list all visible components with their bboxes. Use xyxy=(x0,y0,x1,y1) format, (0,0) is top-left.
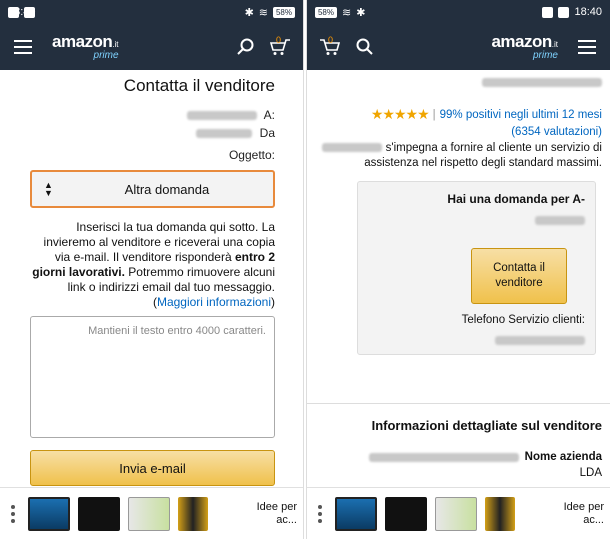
phone-number-blurred xyxy=(368,332,585,350)
question-title: Hai una domanda per A- xyxy=(447,192,585,206)
subject-select[interactable]: ▲ ▼ Altra domanda xyxy=(30,170,275,208)
commitment-text: s'impegna a fornire al cliente un serviz… xyxy=(317,141,602,171)
cart-count: 0 xyxy=(276,35,282,45)
logo-tld: .it xyxy=(112,40,119,49)
info-text-3: ) xyxy=(271,295,275,309)
sender-blurred xyxy=(196,129,253,139)
search-icon-right[interactable] xyxy=(351,34,377,60)
question-seller-blurred xyxy=(368,212,585,230)
notification-icon xyxy=(8,6,19,18)
reco-item-ssd[interactable] xyxy=(78,496,120,531)
reco-item-tv-right[interactable] xyxy=(335,496,377,531)
app-icon-right xyxy=(542,6,554,18)
message-textarea[interactable]: Mantieni il testo entro 4000 caratteri. xyxy=(30,316,275,438)
phone-label: Telefono Servizio clienti: xyxy=(461,314,585,326)
wifi-icon-right: ≋ xyxy=(342,6,352,19)
status-bar: ✱ ≋ 58% 18:40 xyxy=(0,0,303,24)
notification-icon-right xyxy=(558,6,570,18)
reviews-count-link[interactable]: (6354 valutazioni) xyxy=(317,126,602,138)
recommendation-strip-right: Idee per ac... xyxy=(307,487,610,539)
clock-right: 18:40 xyxy=(574,6,602,18)
more-info-link[interactable]: Maggiori informazioni xyxy=(157,295,271,309)
seller-profile: ★★★★★ | 99% positivi negli ultimi 12 mes… xyxy=(307,70,610,479)
question-box: Hai una domanda per A- Contatta il vendi… xyxy=(357,181,596,355)
star-rating-icon: ★★★★★ xyxy=(370,106,430,122)
bluetooth-icon-right: ✱ xyxy=(356,6,366,19)
contact-seller-button[interactable]: Contatta il venditore xyxy=(471,248,567,304)
seller-name-blurred xyxy=(317,74,602,92)
reco-item-batteries-right[interactable] xyxy=(485,496,515,531)
logo-brand: amazon xyxy=(52,32,113,51)
reco-item-ssd-right[interactable] xyxy=(385,496,427,531)
bluetooth-icon: ✱ xyxy=(244,6,254,19)
to-label: A: xyxy=(263,108,275,122)
logo-tld-right: .it xyxy=(551,40,558,49)
select-arrows-icon: ▲ ▼ xyxy=(44,180,53,198)
company-name-blurred xyxy=(368,452,519,462)
top-navbar-right: 0 amazon.it prime xyxy=(307,24,610,70)
reco-label-right[interactable]: Idee per ac... xyxy=(556,501,604,527)
page-title: Contatta il venditore xyxy=(123,76,275,95)
logo-prime-right: prime xyxy=(532,50,558,61)
reco-item-tablet[interactable] xyxy=(128,496,170,531)
menu-icon-right[interactable] xyxy=(574,34,600,60)
reco-item-tablet-right[interactable] xyxy=(435,496,477,531)
battery-indicator: 58% xyxy=(273,6,295,18)
amazon-logo-right[interactable]: amazon.it prime xyxy=(491,33,558,61)
top-navbar: amazon.it prime 0 xyxy=(0,24,303,70)
section-divider xyxy=(307,403,610,404)
company-name-row: Nome azienda xyxy=(317,451,602,463)
recommendation-strip: Idee per ac... xyxy=(0,487,303,539)
company-name-label: Nome azienda xyxy=(524,451,602,463)
info-paragraph: Inserisci la tua domanda qui sotto. La i… xyxy=(30,220,275,310)
logo-prime: prime xyxy=(93,50,119,61)
app-icon xyxy=(24,6,35,18)
more-options-icon-right[interactable] xyxy=(313,504,327,523)
to-row: A: xyxy=(30,108,275,122)
more-options-icon[interactable] xyxy=(6,504,20,523)
left-screen: ✱ ≋ 58% 18:40 18:40 amazon.it prime 0 Co… xyxy=(0,0,304,539)
rating-separator: | xyxy=(432,108,436,121)
subject-label: Oggetto: xyxy=(228,148,275,162)
search-icon[interactable] xyxy=(233,34,259,60)
menu-icon[interactable] xyxy=(10,34,36,60)
company-suffix: LDA xyxy=(579,467,602,479)
reco-item-tv[interactable] xyxy=(28,496,70,531)
contact-seller-form: Contatta il venditore A: Da Oggetto: ▲ ▼ … xyxy=(0,70,303,486)
rating-row: ★★★★★ | 99% positivi negli ultimi 12 mes… xyxy=(317,106,602,123)
status-bar-right: 58% ≋ ✱ 18:40 xyxy=(307,0,610,24)
right-screen: 58% ≋ ✱ 18:40 0 amazon.it prime ★★★★★ | … xyxy=(306,0,610,539)
send-email-button[interactable]: Invia e-mail xyxy=(30,450,275,486)
reco-item-batteries[interactable] xyxy=(178,496,208,531)
reco-label[interactable]: Idee per ac... xyxy=(249,501,297,527)
wifi-icon: ≋ xyxy=(258,6,268,19)
amazon-logo[interactable]: amazon.it prime xyxy=(52,33,119,61)
cart-icon[interactable]: 0 xyxy=(267,34,293,60)
subject-select-value: Altra domanda xyxy=(124,181,210,197)
from-label: Da xyxy=(259,126,275,140)
seller-inline-blurred xyxy=(322,143,383,153)
from-row: Da xyxy=(30,126,275,140)
battery-indicator-right: 58% xyxy=(315,6,337,18)
commitment-text-body: s'impegna a fornire al cliente un serviz… xyxy=(364,142,602,169)
logo-brand-right: amazon xyxy=(491,32,552,51)
positive-rating-link[interactable]: 99% positivi negli ultimi 12 mesi xyxy=(440,109,602,121)
cart-count-right: 0 xyxy=(328,35,334,45)
cart-icon-right[interactable]: 0 xyxy=(317,34,343,60)
seller-details-title: Informazioni dettagliate sul venditore xyxy=(371,418,602,433)
recipient-blurred xyxy=(186,111,257,121)
